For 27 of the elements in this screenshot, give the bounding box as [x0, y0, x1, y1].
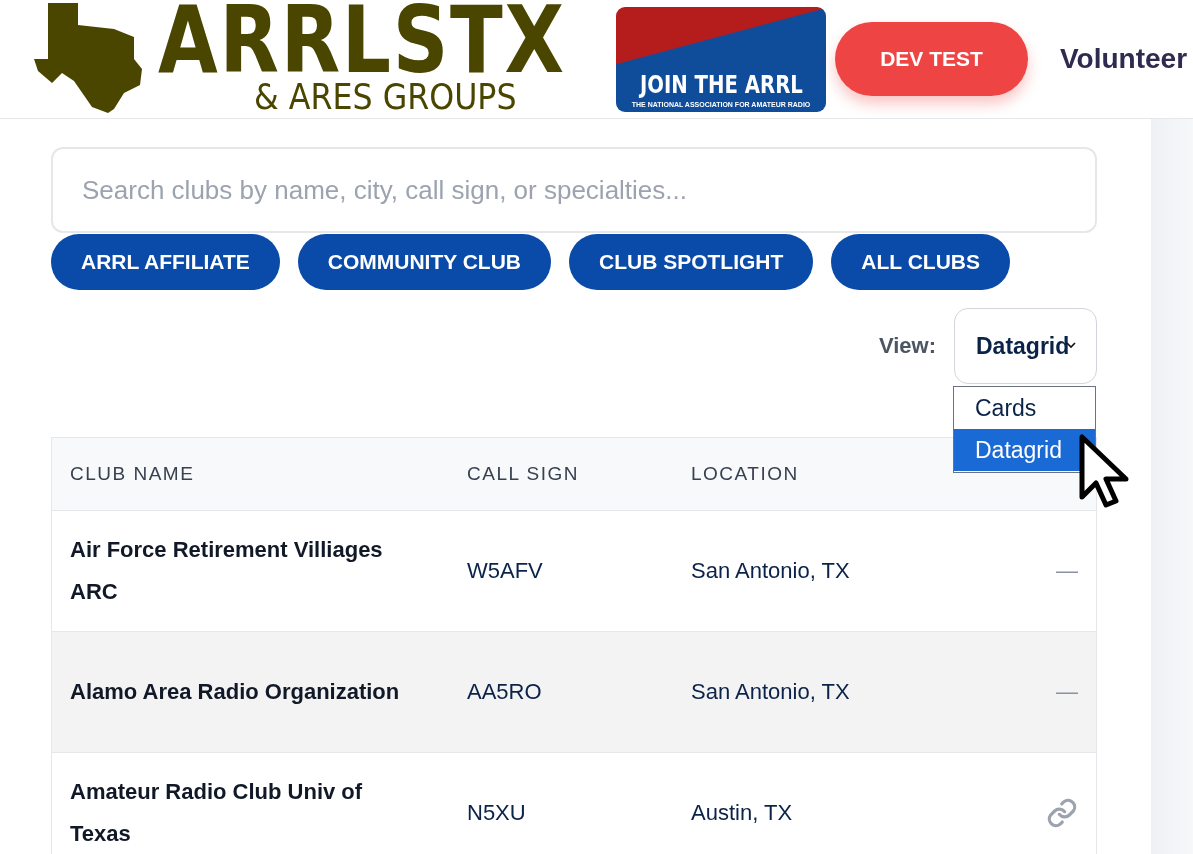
link-icon[interactable]: [1046, 797, 1078, 829]
club-name: Alamo Area Radio Organization: [70, 678, 401, 706]
empty-value: —: [1056, 558, 1078, 584]
banner-title: JOIN THE ARRL: [639, 70, 803, 99]
search-field[interactable]: Search clubs by name, city, call sign, or specialties...: [51, 147, 1097, 233]
filter-button[interactable]: CLUB SPOTLIGHT: [569, 234, 814, 290]
location: San Antonio, TX: [691, 558, 851, 584]
empty-value: —: [1056, 679, 1078, 705]
club-name: Amateur Radio Club Univ of Texas: [70, 778, 364, 848]
call-sign: W5AFV: [467, 558, 544, 584]
chevron-icon: [1066, 342, 1076, 349]
location: Austin, TX: [691, 800, 794, 826]
dev-test-button[interactable]: DEV TEST: [835, 22, 1028, 96]
filter-button[interactable]: COMMUNITY CLUB: [297, 234, 552, 290]
location: San Antonio, TX: [691, 679, 851, 705]
call-sign: N5XU: [467, 800, 527, 826]
filter-button[interactable]: ALL CLUBS: [831, 234, 1010, 290]
dropdown-option[interactable]: Datagrid: [954, 429, 1095, 471]
filter-button[interactable]: ARRL AFFILIATE: [51, 234, 280, 290]
column-header: CALL SIGN: [467, 463, 581, 485]
nav-link[interactable]: Volunteer: [1060, 43, 1188, 75]
call-sign: AA5RO: [467, 679, 543, 705]
column-header: CLUB NAME: [70, 463, 196, 485]
table-row[interactable]: Alamo Area Radio Organization AA5RO San Antonio, TX —: [52, 632, 1096, 753]
view-label: View:: [878, 333, 936, 359]
column-header: LOCATION: [691, 463, 800, 485]
club-name: Air Force Retirement Villiages ARC: [70, 536, 384, 606]
